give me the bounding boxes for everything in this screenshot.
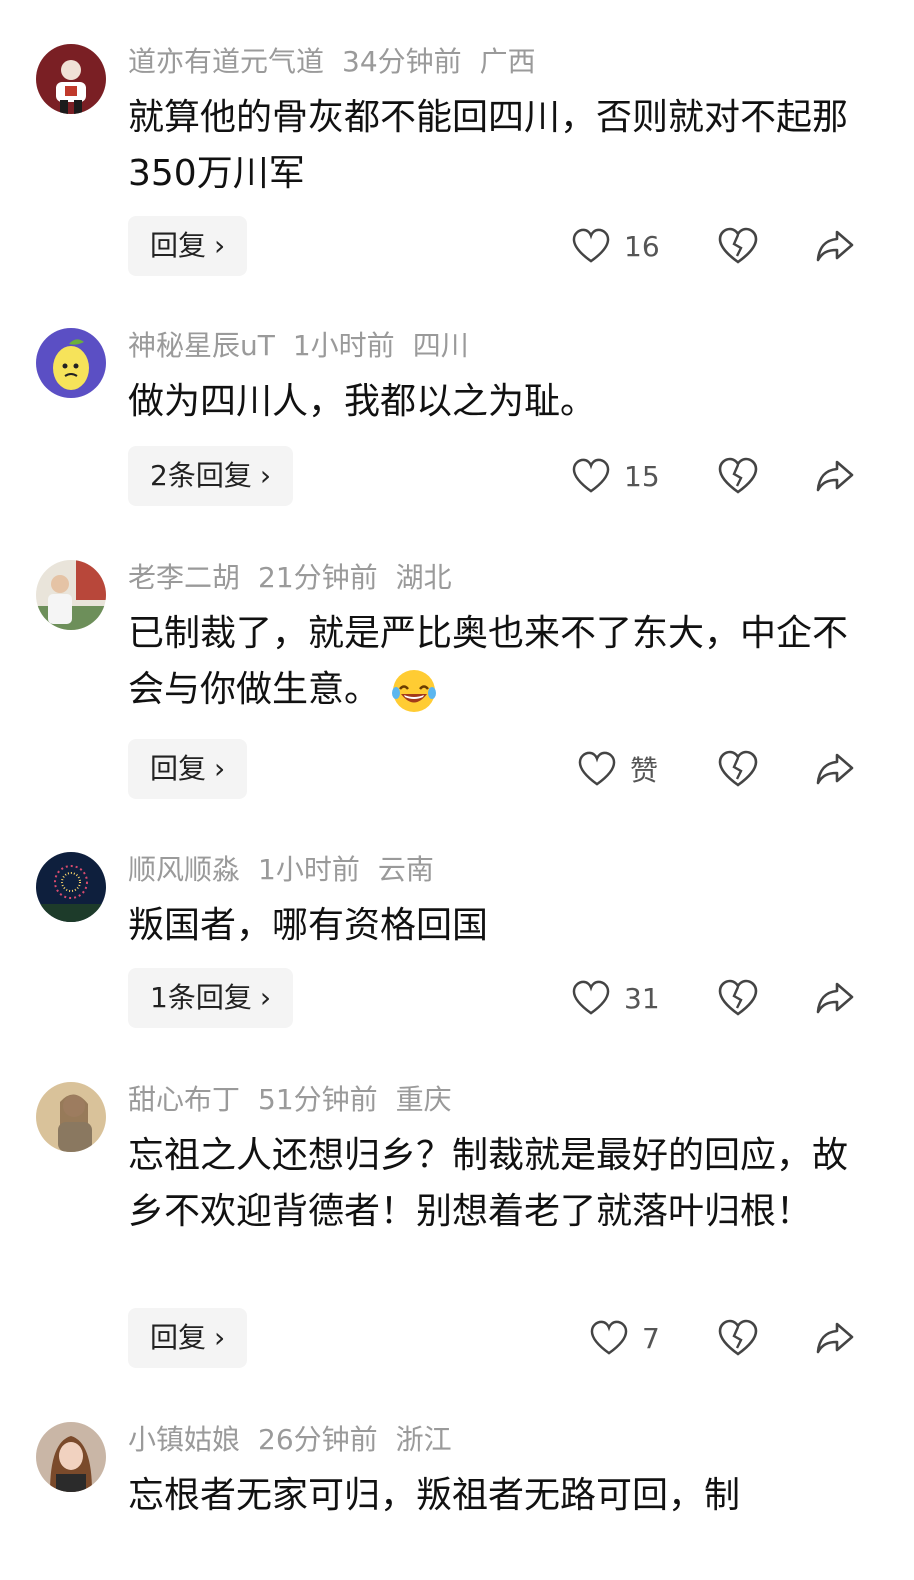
comment-time: 1小时前 bbox=[292, 329, 395, 362]
like-button[interactable]: 31 bbox=[572, 978, 660, 1018]
comment-meta: 老李二胡 21分钟前 湖北 bbox=[128, 558, 470, 598]
share-button[interactable] bbox=[815, 978, 855, 1022]
share-button[interactable] bbox=[815, 226, 855, 270]
like-count: 15 bbox=[624, 459, 660, 493]
user-avatar[interactable] bbox=[36, 44, 106, 114]
comment-location: 云南 bbox=[377, 853, 434, 886]
comment-location: 浙江 bbox=[395, 1423, 452, 1456]
share-arrow-icon bbox=[816, 982, 854, 1014]
dislike-button[interactable] bbox=[718, 226, 758, 270]
broken-heart-icon bbox=[718, 1319, 758, 1356]
comment-text: 忘祖之人还想归乡？制裁就是最好的回应，故乡不欢迎背德者！别想着老了就落叶归根！ bbox=[128, 1135, 849, 1232]
user-avatar[interactable] bbox=[36, 560, 106, 630]
comment-location: 四川 bbox=[412, 329, 469, 362]
comment-text: 就算他的骨灰都不能回四川，否则就对不起那350万川军 bbox=[128, 97, 849, 194]
comment-time: 26分钟前 bbox=[258, 1423, 378, 1456]
comment-meta: 道亦有道元气道 34分钟前 广西 bbox=[128, 42, 554, 82]
heart-outline-icon bbox=[572, 980, 610, 1015]
share-arrow-icon bbox=[816, 460, 854, 492]
share-button[interactable] bbox=[815, 1318, 855, 1362]
comment-location: 重庆 bbox=[395, 1083, 452, 1116]
comment-location: 湖北 bbox=[395, 561, 452, 594]
username[interactable]: 小镇姑娘 bbox=[128, 1423, 240, 1456]
share-arrow-icon bbox=[816, 230, 854, 262]
share-button[interactable] bbox=[815, 749, 855, 793]
comment-actions: 16 bbox=[0, 216, 914, 276]
laughing-tears-emoji bbox=[392, 670, 437, 712]
like-button[interactable]: 7 bbox=[590, 1318, 660, 1358]
broken-heart-icon bbox=[718, 979, 758, 1016]
username[interactable]: 甜心布丁 bbox=[128, 1083, 240, 1116]
comment-text: 已制裁了，就是严比奥也来不了东大，中企不会与你做生意。 bbox=[128, 606, 858, 718]
heart-outline-icon bbox=[578, 751, 616, 786]
like-count: 赞 bbox=[630, 754, 659, 787]
user-avatar[interactable] bbox=[36, 1422, 106, 1492]
share-arrow-icon bbox=[816, 1322, 854, 1354]
dislike-button[interactable] bbox=[718, 456, 758, 500]
comment-text: 叛国者，哪有资格回国 bbox=[128, 905, 489, 946]
like-count: 7 bbox=[642, 1321, 660, 1355]
dislike-button[interactable] bbox=[718, 749, 758, 793]
like-count: 31 bbox=[624, 981, 660, 1015]
comment-time: 34分钟前 bbox=[342, 45, 462, 78]
username[interactable]: 老李二胡 bbox=[128, 561, 240, 594]
comment-actions: 7 bbox=[0, 1308, 914, 1368]
broken-heart-icon bbox=[718, 457, 758, 494]
dislike-button[interactable] bbox=[718, 1318, 758, 1362]
broken-heart-icon bbox=[718, 750, 758, 787]
comment-location: 广西 bbox=[479, 45, 536, 78]
username[interactable]: 顺风顺淼 bbox=[128, 853, 240, 886]
heart-outline-icon bbox=[572, 458, 610, 493]
heart-outline-icon bbox=[572, 228, 610, 263]
like-button[interactable]: 16 bbox=[572, 226, 660, 266]
comment-text: 忘根者无家可归，叛祖者无路可回，制 bbox=[128, 1475, 741, 1516]
comment-actions: 31 bbox=[0, 968, 914, 1028]
comment-actions: 15 bbox=[0, 446, 914, 506]
user-avatar[interactable] bbox=[36, 852, 106, 922]
comment-time: 51分钟前 bbox=[258, 1083, 378, 1116]
like-count: 16 bbox=[624, 229, 660, 263]
comment-meta: 小镇姑娘 26分钟前 浙江 bbox=[128, 1420, 470, 1460]
username[interactable]: 神秘星辰uT bbox=[128, 329, 275, 362]
comment-meta: 顺风顺淼 1小时前 云南 bbox=[128, 850, 452, 890]
like-button[interactable]: 15 bbox=[572, 456, 660, 496]
share-arrow-icon bbox=[816, 753, 854, 785]
comment-time: 1小时前 bbox=[258, 853, 360, 886]
dislike-button[interactable] bbox=[718, 978, 758, 1022]
comment-text-content: 已制裁了，就是严比奥也来不了东大，中企不会与你做生意。 bbox=[128, 613, 849, 710]
comment-text: 做为四川人，我都以之为耻。 bbox=[128, 381, 597, 422]
comment-time: 21分钟前 bbox=[258, 561, 378, 594]
like-button[interactable]: 赞 bbox=[578, 749, 658, 789]
broken-heart-icon bbox=[718, 227, 758, 264]
comment-meta: 神秘星辰uT 1小时前 四川 bbox=[128, 326, 487, 366]
comment-actions: 赞 bbox=[0, 739, 914, 799]
user-avatar[interactable] bbox=[36, 1082, 106, 1152]
user-avatar[interactable] bbox=[36, 328, 106, 398]
share-button[interactable] bbox=[815, 456, 855, 500]
heart-outline-icon bbox=[590, 1320, 628, 1355]
username[interactable]: 道亦有道元气道 bbox=[128, 45, 324, 78]
comment-meta: 甜心布丁 51分钟前 重庆 bbox=[128, 1080, 470, 1120]
